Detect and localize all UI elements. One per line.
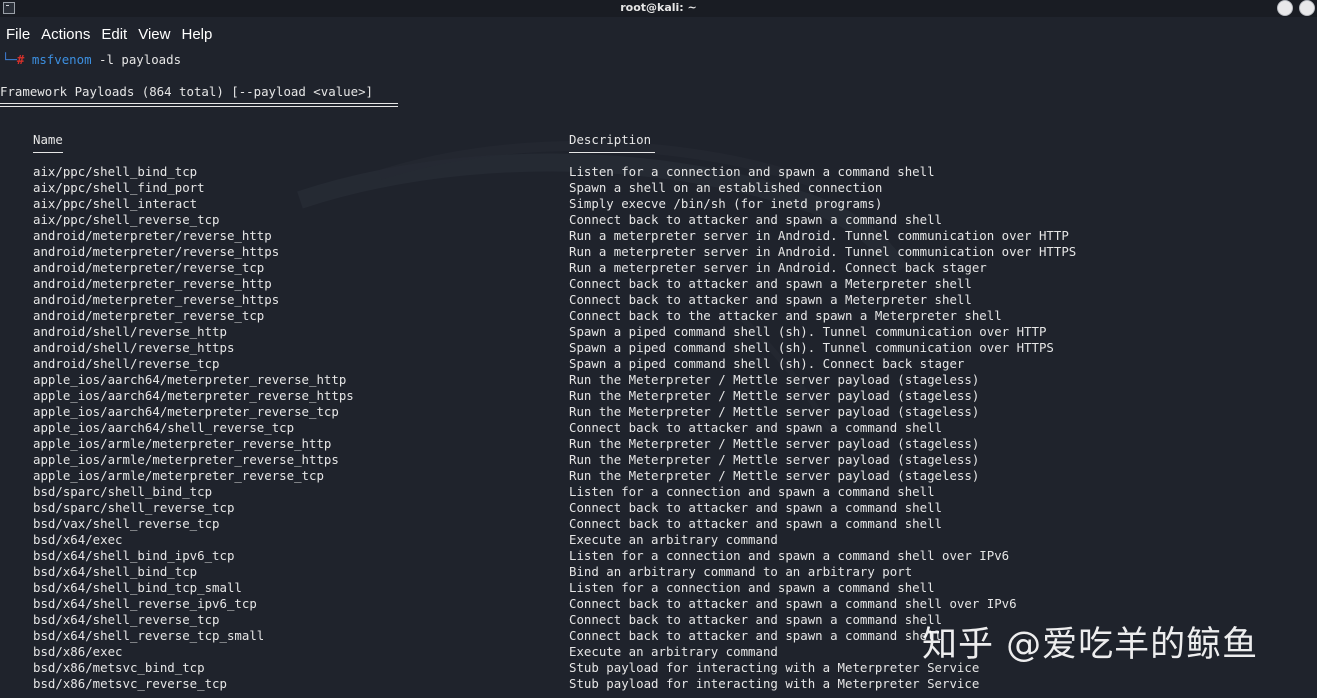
payload-description: Run the Meterpreter / Mettle server payl… [569,372,980,387]
payload-name: apple_ios/aarch64/shell_reverse_tcp [33,420,295,435]
payload-name: bsd/x86/metsvc_reverse_tcp [33,676,227,691]
maximize-button[interactable] [1299,0,1315,16]
payload-description: Spawn a shell on an established connecti… [569,180,883,195]
terminal-output[interactable]: └─# msfvenom -l payloads Framework Paylo… [0,50,1076,691]
payload-description: Stub payload for interacting with a Mete… [569,676,980,691]
payload-name: bsd/x64/shell_reverse_tcp_small [33,628,265,643]
payload-description: Run the Meterpreter / Mettle server payl… [569,388,980,403]
payload-name: android/meterpreter/reverse_https [33,244,280,259]
payload-description: Spawn a piped command shell (sh). Tunnel… [569,340,1054,355]
zhihu-watermark: 知乎 @爱吃羊的鲸鱼 [922,625,1259,665]
payload-description: Run the Meterpreter / Mettle server payl… [569,468,980,483]
menu-actions[interactable]: Actions [41,26,90,43]
payload-description: Connect back to attacker and spawn a com… [569,596,1017,611]
payload-name: bsd/x64/exec [33,532,123,547]
payload-name: android/shell/reverse_http [33,324,227,339]
payload-name: aix/ppc/shell_reverse_tcp [33,212,220,227]
payload-name: android/shell/reverse_https [33,340,235,355]
menu-view[interactable]: View [138,26,170,43]
menu-file[interactable]: File [6,26,30,43]
terminal-window: root@kali: ~ File Actions Edit View Help… [0,0,1317,698]
payload-name: bsd/x64/shell_reverse_tcp [33,612,220,627]
payload-name: android/shell/reverse_tcp [33,356,220,371]
payload-description: Connect back to attacker and spawn a com… [569,628,942,643]
payload-description: Run the Meterpreter / Mettle server payl… [569,452,980,467]
payload-name: apple_ios/armle/meterpreter_reverse_http… [33,452,339,467]
payload-description: Run the Meterpreter / Mettle server payl… [569,404,980,419]
payload-name: bsd/x64/shell_reverse_ipv6_tcp [33,596,257,611]
heading-underline-2 [0,106,398,107]
menu-help[interactable]: Help [181,26,212,43]
payload-description: Listen for a connection and spawn a comm… [569,164,935,179]
payload-description: Execute an arbitrary command [569,532,778,547]
command-name: msfvenom [31,52,92,67]
payload-description: Execute an arbitrary command [569,644,778,659]
title-bar[interactable]: root@kali: ~ [0,0,1317,17]
payload-description: Run a meterpreter server in Android. Tun… [569,244,1077,259]
payload-name: aix/ppc/shell_find_port [33,180,205,195]
payload-description: Run a meterpreter server in Android. Con… [569,260,987,275]
payload-name: apple_ios/armle/meterpreter_reverse_tcp [33,468,324,483]
payload-name: bsd/sparc/shell_bind_tcp [33,484,213,499]
name-underline [33,152,63,153]
description-underline [569,152,655,153]
command-args: -l payloads [91,52,182,67]
payload-name: bsd/sparc/shell_reverse_tcp [33,500,235,515]
payload-description: Connect back to attacker and spawn a Met… [569,292,972,307]
payload-description: Spawn a piped command shell (sh). Connec… [569,356,965,371]
payload-name: bsd/x86/exec [33,644,123,659]
payload-description: Run the Meterpreter / Mettle server payl… [569,436,980,451]
payload-name: android/meterpreter_reverse_https [33,292,280,307]
menu-edit[interactable]: Edit [101,26,127,43]
payload-name: apple_ios/aarch64/meterpreter_reverse_tc… [33,404,339,419]
payload-name: apple_ios/armle/meterpreter_reverse_http [33,436,332,451]
payload-description: Connect back to attacker and spawn a com… [569,212,942,227]
minimize-button[interactable] [1277,0,1293,16]
heading-underline [0,103,398,104]
payload-name: bsd/x64/shell_bind_tcp_small [33,580,242,595]
payload-name: android/meterpreter_reverse_http [33,276,272,291]
menu-bar: File Actions Edit View Help [0,22,217,46]
payload-description: Connect back to attacker and spawn a com… [569,516,942,531]
payload-name: apple_ios/aarch64/meterpreter_reverse_ht… [33,388,354,403]
column-header-name: Name [33,132,63,147]
payload-description: Stub payload for interacting with a Mete… [569,660,980,675]
payload-description: Spawn a piped command shell (sh). Tunnel… [569,324,1047,339]
window-title: root@kali: ~ [620,1,697,14]
payload-name: bsd/vax/shell_reverse_tcp [33,516,220,531]
output-heading: Framework Payloads (864 total) [--payloa… [0,84,373,99]
payload-name: apple_ios/aarch64/meterpreter_reverse_ht… [33,372,347,387]
payload-description: Connect back to attacker and spawn a com… [569,612,942,627]
payload-description: Bind an arbitrary command to an arbitrar… [569,564,913,579]
payload-name: android/meterpreter_reverse_tcp [33,308,265,323]
payload-description: Listen for a connection and spawn a comm… [569,580,935,595]
payload-description: Connect back to attacker and spawn a Met… [569,276,972,291]
payload-description: Connect back to attacker and spawn a com… [569,500,942,515]
prompt-hash: # [16,52,25,67]
payload-name: bsd/x64/shell_bind_ipv6_tcp [33,548,235,563]
payload-description: Connect back to attacker and spawn a com… [569,420,942,435]
payload-name: aix/ppc/shell_bind_tcp [33,164,198,179]
payload-description: Simply execve /bin/sh (for inetd program… [569,196,883,211]
payload-description: Listen for a connection and spawn a comm… [569,548,1010,563]
payload-description: Run a meterpreter server in Android. Tun… [569,228,1069,243]
payload-name: aix/ppc/shell_interact [33,196,198,211]
payload-description: Connect back to the attacker and spawn a… [569,308,1002,323]
prompt-corner: └─ [2,52,17,67]
payload-name: android/meterpreter/reverse_http [33,228,272,243]
payload-name: bsd/x86/metsvc_bind_tcp [33,660,205,675]
payload-description: Listen for a connection and spawn a comm… [569,484,935,499]
payload-name: android/meterpreter/reverse_tcp [33,260,265,275]
column-header-description: Description [569,132,652,147]
payload-name: bsd/x64/shell_bind_tcp [33,564,198,579]
prompt-line: └─# msfvenom -l payloads [2,52,181,68]
